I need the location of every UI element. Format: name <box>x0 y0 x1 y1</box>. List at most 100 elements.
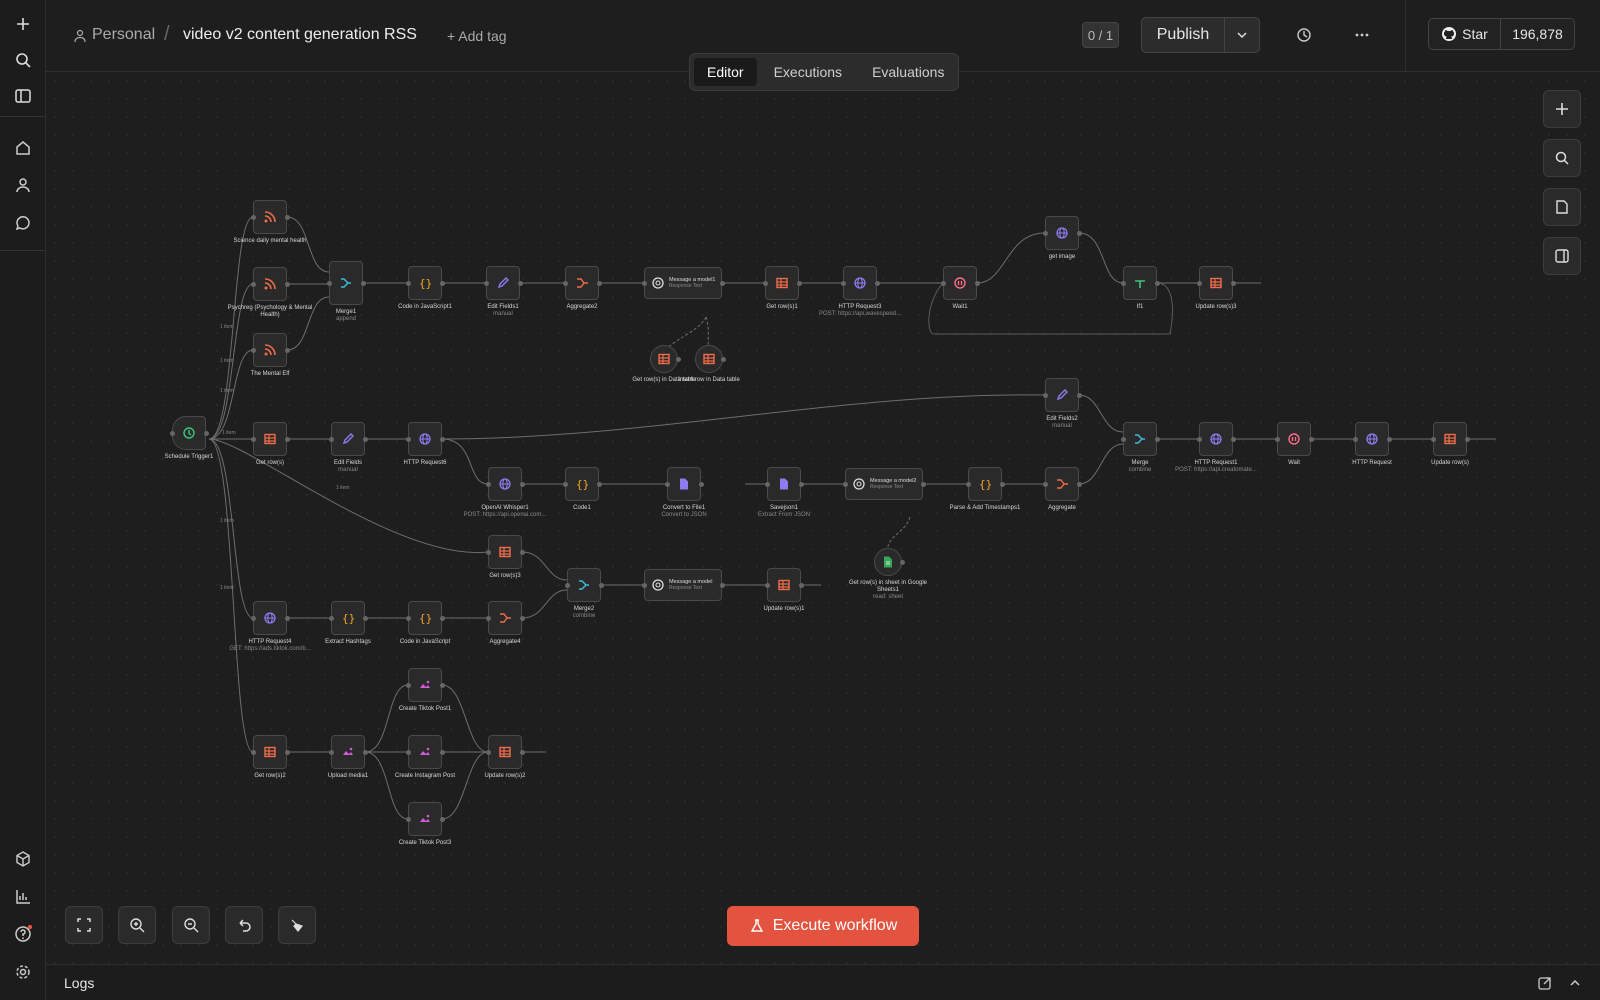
node-wait[interactable] <box>1275 422 1314 456</box>
node-upload[interactable] <box>329 735 368 769</box>
output-port[interactable] <box>440 616 445 621</box>
node-savejson[interactable] <box>765 467 804 501</box>
node-update-rows3[interactable] <box>1197 266 1236 300</box>
input-port[interactable] <box>486 482 491 487</box>
search-nodes-button[interactable] <box>1543 139 1581 177</box>
node-edit-fields[interactable] <box>329 422 368 456</box>
input-port[interactable] <box>251 437 256 442</box>
node-edit-fields1[interactable] <box>484 266 523 300</box>
output-port[interactable] <box>1231 437 1236 442</box>
tab-editor[interactable]: Editor <box>694 58 757 86</box>
output-port[interactable] <box>1077 393 1082 398</box>
node-rss3[interactable] <box>251 333 290 367</box>
input-port[interactable] <box>486 616 491 621</box>
node-parse[interactable]: {} <box>966 467 1005 501</box>
sticky-note-button[interactable] <box>1543 188 1581 226</box>
search-icon[interactable] <box>9 46 37 74</box>
input-port[interactable] <box>406 750 411 755</box>
input-port[interactable] <box>642 583 647 588</box>
input-port[interactable] <box>841 281 846 286</box>
add-node-button[interactable] <box>1543 90 1581 128</box>
input-port[interactable] <box>406 683 411 688</box>
undo-button[interactable] <box>225 906 263 944</box>
output-port[interactable] <box>285 282 290 287</box>
node-code-js1[interactable]: {} <box>406 266 445 300</box>
node-get-rows-dt[interactable] <box>650 345 681 373</box>
node-merge2[interactable] <box>565 568 604 602</box>
input-port[interactable] <box>329 616 334 621</box>
node-instagram[interactable] <box>406 735 445 769</box>
chart-icon[interactable] <box>9 883 37 911</box>
input-port[interactable] <box>941 281 946 286</box>
input-port[interactable] <box>763 281 768 286</box>
node-edit-fields2[interactable] <box>1043 378 1082 412</box>
node-merge[interactable] <box>1121 422 1160 456</box>
node-code-js[interactable]: {} <box>406 601 445 635</box>
plus-icon[interactable] <box>9 10 37 38</box>
input-port[interactable] <box>1197 437 1202 442</box>
panel-toggle-button[interactable] <box>1543 237 1581 275</box>
input-port[interactable] <box>327 281 332 286</box>
node-http[interactable] <box>1353 422 1392 456</box>
input-port[interactable] <box>170 431 175 436</box>
node-sheets[interactable] <box>874 548 905 576</box>
input-port[interactable] <box>843 482 848 487</box>
output-port[interactable] <box>440 817 445 822</box>
input-port[interactable] <box>1043 231 1048 236</box>
output-port[interactable] <box>1387 437 1392 442</box>
node-if1[interactable] <box>1121 266 1160 300</box>
zoom-in-button[interactable] <box>118 906 156 944</box>
output-port[interactable] <box>1077 231 1082 236</box>
input-port[interactable] <box>1431 437 1436 442</box>
help-icon[interactable] <box>9 920 37 948</box>
output-port[interactable] <box>518 281 523 286</box>
settings-icon[interactable] <box>9 958 37 986</box>
output-port[interactable] <box>440 437 445 442</box>
version-badge[interactable]: 0 / 1 <box>1082 22 1119 48</box>
output-port[interactable] <box>363 616 368 621</box>
node-get-rows[interactable] <box>251 422 290 456</box>
chevron-up-icon[interactable] <box>1569 977 1581 989</box>
node-msg-model1-title[interactable]: Message a model1 Response Text <box>642 267 725 299</box>
output-port[interactable] <box>440 683 445 688</box>
node-http6[interactable] <box>406 422 445 456</box>
execute-workflow-button[interactable]: Execute workflow <box>727 906 919 946</box>
output-port[interactable] <box>875 281 880 286</box>
input-port[interactable] <box>1275 437 1280 442</box>
node-http1[interactable] <box>1197 422 1236 456</box>
output-port[interactable] <box>363 750 368 755</box>
history-icon[interactable] <box>1295 26 1313 49</box>
tab-executions[interactable]: Executions <box>761 58 855 86</box>
node-get-rows2[interactable] <box>251 735 290 769</box>
input-port[interactable] <box>642 281 647 286</box>
input-port[interactable] <box>251 215 256 220</box>
input-port[interactable] <box>251 616 256 621</box>
output-port[interactable] <box>921 482 926 487</box>
output-port[interactable] <box>520 616 525 621</box>
home-icon[interactable] <box>9 134 37 162</box>
node-msg-model-title[interactable]: Message a model Response Text <box>642 569 725 601</box>
output-port[interactable] <box>597 281 602 286</box>
node-hashtags[interactable]: {} <box>329 601 368 635</box>
logs-bar[interactable]: Logs <box>46 964 1600 1000</box>
workflow-name[interactable]: video v2 content generation RSS <box>183 26 417 44</box>
node-schedule[interactable] <box>170 416 209 450</box>
tab-evaluations[interactable]: Evaluations <box>859 58 957 86</box>
node-aggregate2[interactable] <box>563 266 602 300</box>
input-port[interactable] <box>1121 437 1126 442</box>
output-port[interactable] <box>1309 437 1314 442</box>
node-wait1[interactable] <box>941 266 980 300</box>
output-port[interactable] <box>975 281 980 286</box>
input-port[interactable] <box>1197 281 1202 286</box>
node-merge1[interactable] <box>327 261 366 305</box>
output-port[interactable] <box>204 431 209 436</box>
publish-dropdown[interactable] <box>1224 17 1260 53</box>
node-update-rows[interactable] <box>1431 422 1470 456</box>
node-rss2[interactable] <box>251 267 290 301</box>
cube-icon[interactable] <box>9 845 37 873</box>
workflow-canvas[interactable]: 1 item 1 item 1 item 1 item 1 item 1 ite… <box>46 72 1600 964</box>
output-port[interactable] <box>1155 437 1160 442</box>
output-port[interactable] <box>285 750 290 755</box>
output-port[interactable] <box>1231 281 1236 286</box>
output-port[interactable] <box>1155 281 1160 286</box>
